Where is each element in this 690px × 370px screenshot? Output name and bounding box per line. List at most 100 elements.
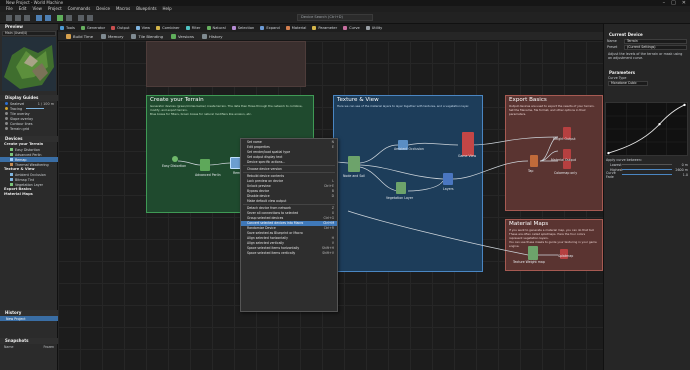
curve-point[interactable] [607,151,610,155]
tab-parameter[interactable]: Parameter [312,25,337,32]
tab-utility[interactable]: Utility [365,25,383,32]
curve-point[interactable] [658,123,661,126]
button-label: Build Time [73,33,94,39]
tab-selection[interactable]: Selection [231,25,255,32]
node-texture-weight-map[interactable] [528,246,538,260]
versions-button[interactable]: Versions [171,33,194,39]
lowest-label: Lowest [610,162,622,167]
wire [359,164,444,180]
menu-item-shortcut: V [331,240,334,245]
tab-curve[interactable]: Curve [343,25,360,32]
menu-item-space-horizontal[interactable]: Space selected items horizontally Shift+H [241,245,337,250]
terrain-preview[interactable] [2,37,56,91]
device-context-menu: Set name N Edit properties E Set render/lo… [240,138,338,312]
tab-generator[interactable]: Generator [80,25,105,32]
tab-natural[interactable]: Natural [206,25,226,32]
device-group-material-maps[interactable]: Material Maps [0,192,58,197]
tab-material[interactable]: Material [285,25,306,32]
menu-item-shortcut: Ctrl+G [323,216,335,221]
tab-output[interactable]: Output [111,25,130,32]
menu-item-shortcut: Shift+H [322,245,334,250]
name-field[interactable]: Terrain [624,38,687,44]
node-label: Splatmap [558,254,574,258]
tracing-slider[interactable] [26,108,45,109]
node-combiner[interactable] [348,156,360,172]
device-label: Bitmap Tint [15,177,35,182]
menu-item-convert-macro[interactable]: Convert selected devices into Macro Ctrl+… [241,220,337,226]
toggle-icon [5,127,8,130]
lowest-value[interactable]: 0 m [674,163,688,167]
left-panel: Preview Main (Used/4) Display Guides Sea… [0,24,58,370]
menu-item-choose-version[interactable]: Choose device version [241,167,337,172]
highest-slider[interactable] [622,169,672,170]
menu-item-shortcut: N [331,140,334,145]
device-label: Easy Distortion [15,147,40,152]
open-icon[interactable] [15,15,21,21]
generator-icon [10,183,13,186]
generator-icon [10,153,13,156]
generator-icon [80,26,85,30]
node-game-view[interactable] [462,132,474,156]
guide-label: Terrain grid [10,126,30,131]
tab-view[interactable]: View [135,25,151,32]
tile-blending-button[interactable]: Tile Blending [131,33,163,39]
menu-item-label: Align selected vertically [247,240,285,245]
memory-icon [101,33,107,39]
history-button[interactable]: History [201,33,223,39]
device-label: Vegetation Layer [15,182,44,187]
preset-dropdown[interactable]: (Current Settings) [624,44,687,50]
history-item[interactable]: New Project [0,316,58,321]
menu-item-default-view[interactable]: Make default view output [241,199,337,204]
node-label: Tap [528,169,534,173]
tab-expand[interactable]: Expand [260,25,280,32]
device-search-input[interactable]: Device Search (Ctrl+D) [297,14,373,21]
node-tap[interactable] [530,155,538,167]
highest-value[interactable]: 2600 m [674,168,688,172]
node-colormap-only[interactable] [563,161,571,169]
curve-type-dropdown[interactable]: Monotone Cubic [608,81,648,86]
device-label: Thermal Weathering [15,162,49,167]
build-time-button[interactable]: Build Time [66,33,94,39]
tab-label: Natural [212,26,226,30]
build-icon[interactable] [57,15,63,21]
preview-dropdown[interactable]: Main (Used/4) [2,31,56,36]
node-vegetation-layer[interactable] [396,182,406,194]
new-icon[interactable] [6,15,12,21]
redo-icon[interactable] [45,15,51,21]
tab-tools[interactable]: Tools [60,25,75,32]
guide-label: Slope overlay [10,116,34,121]
menu-item-label: Space selected items horizontally [247,245,300,250]
node-advanced-perlin[interactable] [200,159,210,171]
menu-item-label: Make default view output [247,199,287,204]
memory-button[interactable]: Memory [101,33,123,39]
save-icon[interactable] [24,15,30,21]
undo-icon[interactable] [36,15,42,21]
preview-header[interactable]: Preview [0,24,58,30]
menu-item-label: Rebuild device contents [247,174,285,179]
node-layers[interactable] [443,173,453,185]
guide-terrain-grid[interactable]: Terrain grid [0,126,58,131]
lowest-slider[interactable] [622,164,672,165]
settings-icon[interactable] [66,15,72,21]
menu-item-device-actions[interactable]: Device specific actions... [241,160,337,165]
menu-item-label: Set name [247,140,262,145]
node-easy-distortion[interactable] [172,156,178,162]
menu-item-space-vertical[interactable]: Space selected items vertically Shift+V [241,250,337,255]
node-label: Game View [458,154,477,158]
natural-icon [206,26,211,30]
tab-combiner[interactable]: Combiner [156,25,180,32]
tab-filter[interactable]: Filter [185,25,201,32]
preset-label: Preset [607,45,618,49]
curve-point[interactable] [683,103,686,107]
menu-item-shortcut: X [331,211,334,216]
curve-editor[interactable] [605,102,688,156]
tab-label: Selection [237,26,255,30]
tab-label: Utility [371,26,383,30]
curve-fade-value[interactable]: 1.0 [674,173,688,177]
curve-fade-slider[interactable] [622,174,672,175]
view-icon [135,26,140,30]
wire [407,180,444,192]
zoom-icon[interactable] [78,15,84,21]
layout-icon[interactable] [87,15,93,21]
tab-label: View [141,26,151,30]
